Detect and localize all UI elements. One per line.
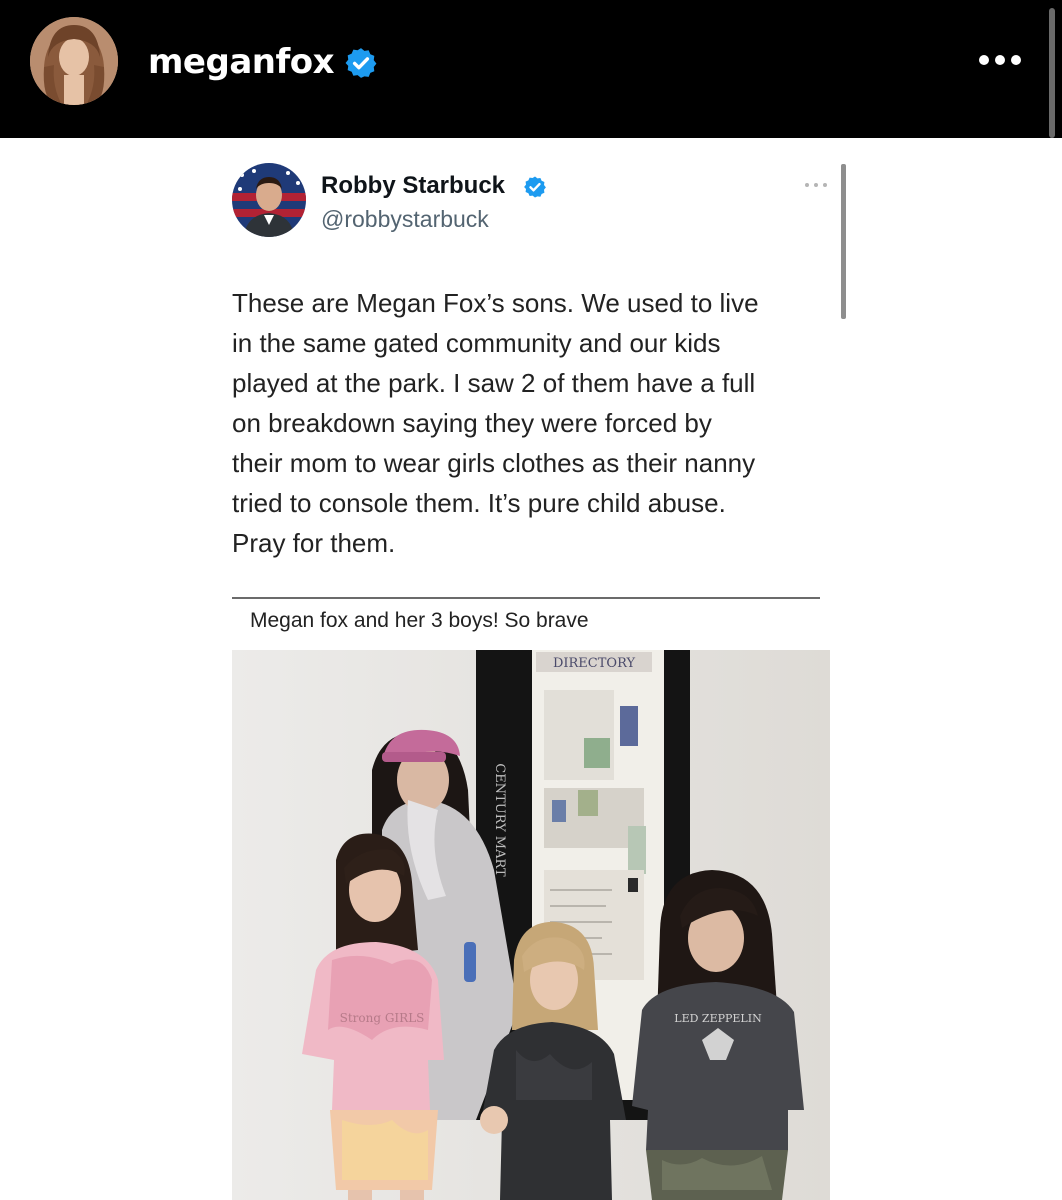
quoted-caption: Megan fox and her 3 boys! So brave <box>250 609 589 632</box>
story-avatar[interactable] <box>30 17 118 105</box>
tweet-attached-photo[interactable]: DIRECTORY CENTURY MART Strong GIRLS LED … <box>232 650 830 1200</box>
sign-vertical-label: CENTURY MART <box>492 763 507 877</box>
story-header: meganfox <box>0 0 1062 138</box>
verified-badge-icon <box>345 48 377 78</box>
more-horizontal-icon[interactable] <box>970 40 1030 80</box>
shirt-text-right: LED ZEPPELIN <box>674 1012 762 1025</box>
instagram-story: meganfox Robby Starbuck @robbystarbuck T… <box>0 0 1062 1200</box>
verified-badge-icon <box>524 176 546 198</box>
shirt-text-left: Strong GIRLS <box>340 1011 425 1025</box>
tweet-author-avatar[interactable] <box>232 163 306 237</box>
quote-divider <box>232 597 820 599</box>
tweet-author-handle[interactable]: @robbystarbuck <box>321 204 489 234</box>
photo-scene: DIRECTORY CENTURY MART Strong GIRLS LED … <box>232 650 830 1200</box>
author-avatar-image <box>232 163 306 237</box>
tweet-more-icon[interactable] <box>800 176 832 194</box>
avatar-image <box>30 17 118 105</box>
tweet-author-name[interactable]: Robby Starbuck <box>321 170 505 202</box>
tweet-scrollbar <box>841 164 846 319</box>
story-username[interactable]: meganfox <box>148 38 335 86</box>
sign-directory-label: DIRECTORY <box>553 656 635 671</box>
tweet-body-text: These are Megan Fox’s sons. We used to l… <box>232 288 759 558</box>
scrollbar-thumb[interactable] <box>1049 8 1055 138</box>
